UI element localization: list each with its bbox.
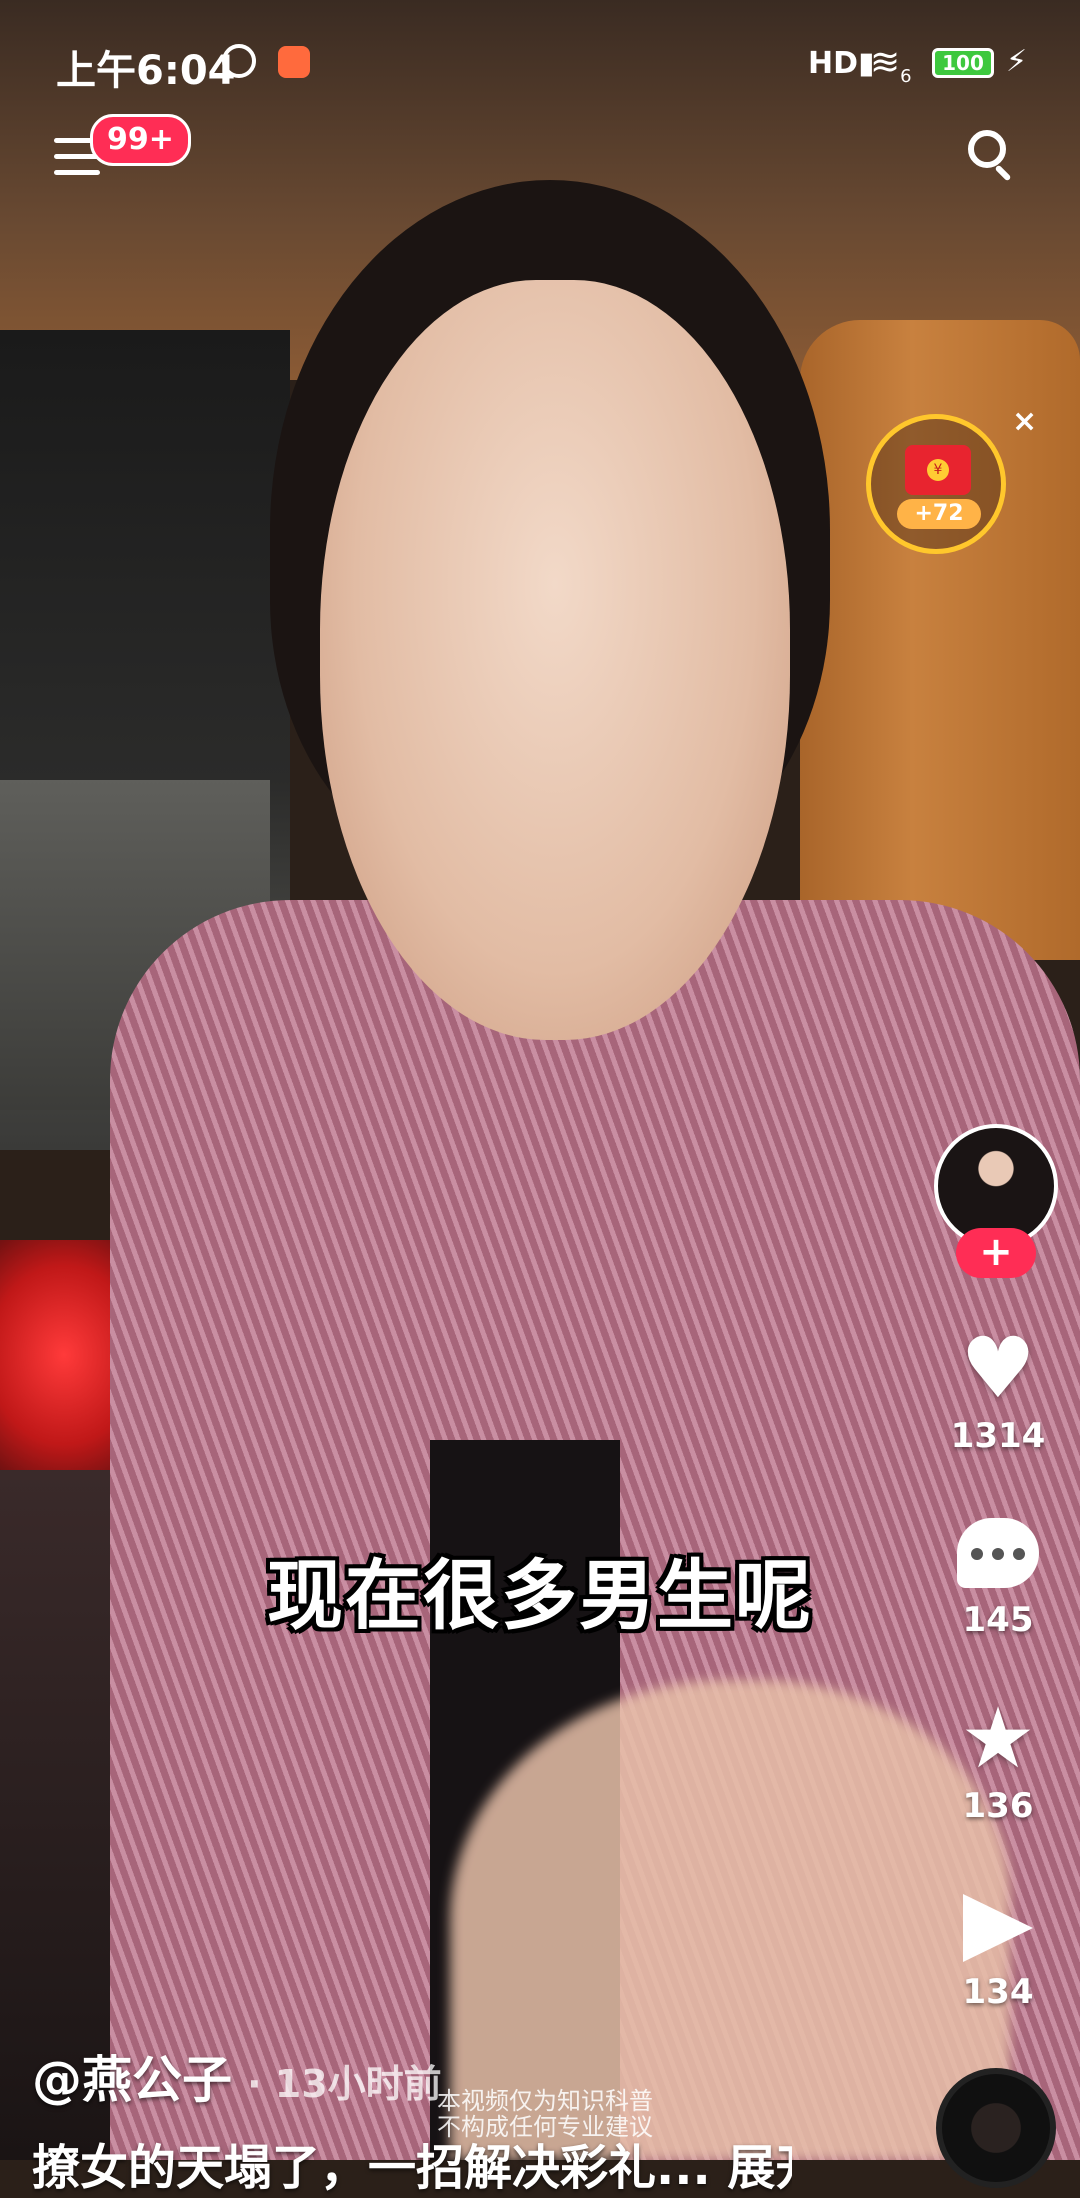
share-icon — [940, 1876, 1056, 1972]
red-packet-widget[interactable]: ¥ +72 — [866, 414, 1006, 554]
status-time: 上午6:04 — [56, 48, 236, 94]
close-icon[interactable]: × — [1012, 404, 1037, 439]
like-count: 1314 — [950, 1416, 1046, 1456]
network-type: HD — [808, 46, 859, 81]
status-bar: 上午6:04 HD▮ ≋6 100 ⚡ — [0, 0, 1080, 120]
red-envelope-icon: ¥ — [905, 445, 971, 495]
coin-icon: ¥ — [927, 459, 949, 481]
search-icon-handle — [994, 164, 1012, 182]
favorite-button[interactable]: ★ 136 — [940, 1690, 1056, 1826]
search-icon — [968, 130, 1006, 168]
app-notification-icon — [278, 46, 310, 78]
signal-icon: HD▮ — [808, 46, 875, 81]
share-count: 134 — [962, 1972, 1034, 2012]
wifi-icon: ≋6 — [870, 42, 912, 88]
music-disc[interactable] — [936, 2068, 1056, 2188]
video-subtitle: 现在很多男生呢 — [267, 1551, 813, 1640]
alarm-icon — [222, 44, 256, 78]
author-line: @燕公子 · 13小时前 — [32, 2040, 442, 2112]
battery-indicator: 100 — [932, 48, 994, 78]
menu-icon-line — [54, 170, 100, 175]
video-frame-face — [320, 280, 790, 1040]
charging-icon: ⚡ — [1006, 44, 1028, 79]
follow-button[interactable]: + — [956, 1228, 1036, 1278]
notification-badge: 99+ — [90, 114, 191, 166]
share-button[interactable]: 134 — [940, 1876, 1056, 2012]
share-arrow-shape — [963, 1894, 1033, 1962]
heart-icon: ♥ — [960, 1319, 1036, 1417]
like-button[interactable]: ♥ 1314 — [940, 1320, 1056, 1456]
video-caption[interactable]: 撩女的天塌了，一招解决彩礼... 展开 — [32, 2128, 792, 2198]
star-icon: ★ — [960, 1689, 1036, 1787]
author-name[interactable]: @燕公子 — [32, 2051, 232, 2109]
wifi-version: 6 — [900, 66, 912, 88]
video-player[interactable] — [0, 0, 1080, 2160]
favorite-count: 136 — [962, 1786, 1034, 1826]
red-packet-amount: +72 — [897, 499, 981, 529]
post-time: · 13小时前 — [247, 2062, 442, 2106]
search-button[interactable] — [964, 126, 1020, 182]
